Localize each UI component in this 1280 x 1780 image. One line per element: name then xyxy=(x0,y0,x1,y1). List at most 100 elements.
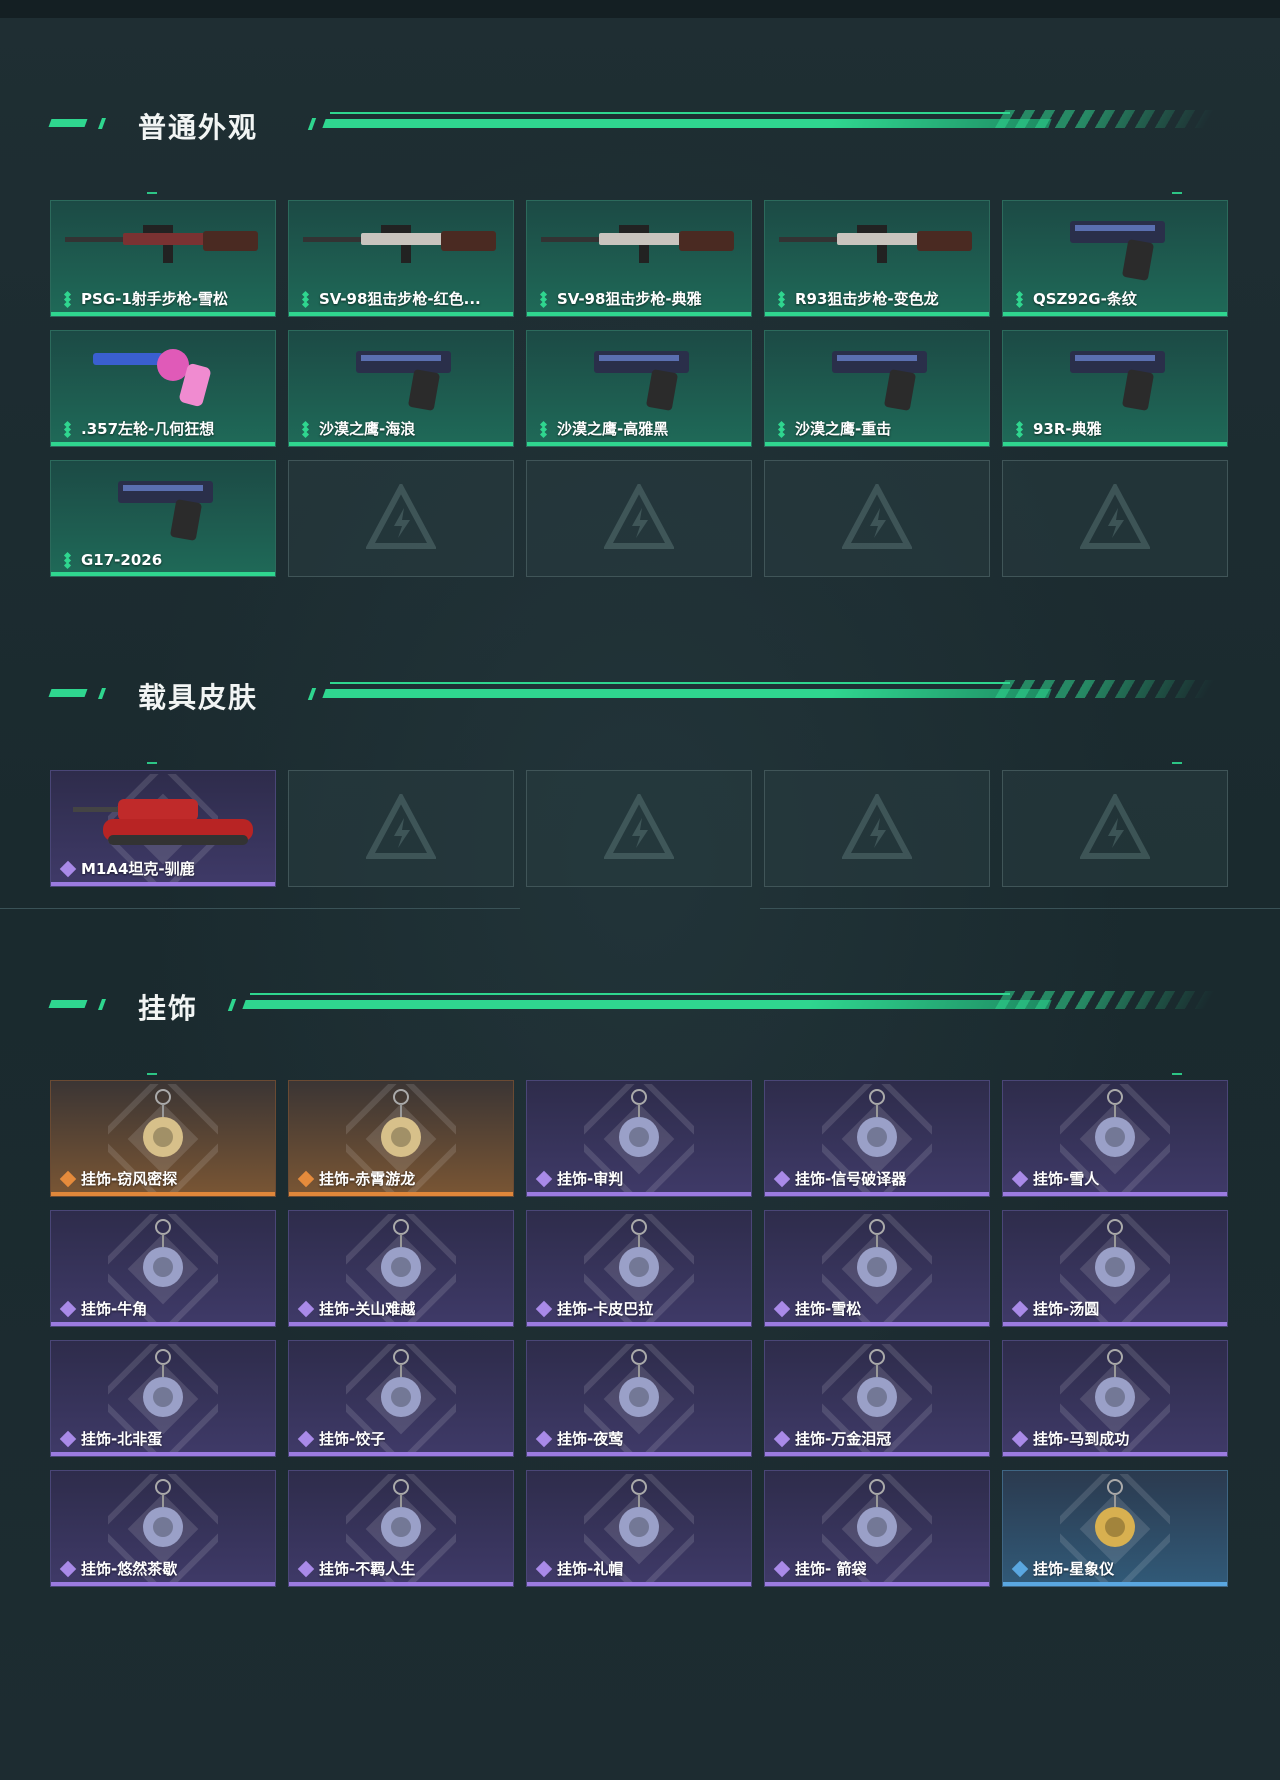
header-dash xyxy=(97,999,107,1010)
rarity-bar xyxy=(51,1582,275,1586)
item-card[interactable]: 挂饰-汤圆 xyxy=(1002,1210,1228,1327)
rarity-bar xyxy=(527,1322,751,1326)
item-card[interactable]: 挂饰-不羁人生 xyxy=(288,1470,514,1587)
rarity-orange-icon xyxy=(59,1170,77,1187)
item-card[interactable]: 挂饰-赤霄游龙 xyxy=(288,1080,514,1197)
rarity-bar xyxy=(765,1582,989,1586)
rarity-bar xyxy=(765,1192,989,1196)
item-label-row: 93R-典雅 xyxy=(1013,418,1102,439)
item-label-row: SV-98狙击步枪-典雅 xyxy=(537,288,702,309)
item-card[interactable]: 挂饰-饺子 xyxy=(288,1340,514,1457)
item-label-row: 沙漠之鹰-重击 xyxy=(775,418,891,439)
rarity-bar xyxy=(289,1322,513,1326)
item-card[interactable]: SV-98狙击步枪-红色... xyxy=(288,200,514,317)
item-name: 93R-典雅 xyxy=(1033,420,1102,438)
item-card[interactable]: 挂饰-悠然茶歇 xyxy=(50,1470,276,1587)
empty-slot xyxy=(1002,460,1228,577)
item-card[interactable]: 沙漠之鹰-海浪 xyxy=(288,330,514,447)
item-card[interactable]: 挂饰-关山难越 xyxy=(288,1210,514,1327)
item-card[interactable]: QSZ92G-条纹 xyxy=(1002,200,1228,317)
empty-slot xyxy=(1002,770,1228,887)
rarity-green-icon xyxy=(537,290,551,308)
capybara-charm-icon xyxy=(619,1219,659,1287)
item-card[interactable]: 挂饰-雪松 xyxy=(764,1210,990,1327)
corner-mark xyxy=(147,1073,157,1075)
item-card[interactable]: 挂饰-牛角 xyxy=(50,1210,276,1327)
tree-charm-icon xyxy=(857,1219,897,1287)
item-card[interactable]: 沙漠之鹰-高雅黑 xyxy=(526,330,752,447)
section-title: 载具皮肤 xyxy=(138,681,259,714)
rarity-purple-icon xyxy=(535,1430,553,1447)
section-header: 普通外观 xyxy=(48,104,1216,144)
item-card[interactable]: 挂饰-北非蛋 xyxy=(50,1340,276,1457)
pistol-icon xyxy=(594,351,689,411)
item-label-row: 沙漠之鹰-海浪 xyxy=(299,418,415,439)
item-label-row: 挂饰-悠然茶歇 xyxy=(59,1558,177,1579)
pistol-icon xyxy=(1070,351,1165,411)
item-label-row: M1A4坦克-驯鹿 xyxy=(59,858,195,879)
rarity-bar xyxy=(527,442,751,446)
sniper-rifle-icon xyxy=(303,225,496,263)
item-name: 挂饰-窃风密探 xyxy=(81,1170,178,1188)
rarity-purple-icon xyxy=(1011,1300,1029,1317)
item-label-row: SV-98狙击步枪-红色... xyxy=(299,288,481,309)
item-card[interactable]: 挂饰-卡皮巴拉 xyxy=(526,1210,752,1327)
item-card[interactable]: 挂饰- 箭袋 xyxy=(764,1470,990,1587)
item-label-row: 挂饰-马到成功 xyxy=(1011,1428,1129,1449)
item-card[interactable]: G17-2026 xyxy=(50,460,276,577)
bird-charm-icon xyxy=(619,1349,659,1417)
crown-charm-icon xyxy=(857,1349,897,1417)
empty-slot xyxy=(288,460,514,577)
item-name: 挂饰-北非蛋 xyxy=(81,1430,163,1448)
item-card[interactable]: PSG-1射手步枪-雪松 xyxy=(50,200,276,317)
item-name: QSZ92G-条纹 xyxy=(1033,290,1137,308)
header-dash xyxy=(48,689,88,697)
item-card[interactable]: 挂饰-礼帽 xyxy=(526,1470,752,1587)
bowl-charm-icon xyxy=(1095,1219,1135,1287)
rarity-green-icon xyxy=(537,420,551,438)
quiver-charm-icon xyxy=(857,1479,897,1547)
item-card[interactable]: 93R-典雅 xyxy=(1002,330,1228,447)
plate-charm-icon xyxy=(381,1349,421,1417)
corner-mark xyxy=(1172,1073,1182,1075)
rarity-bar xyxy=(1003,442,1227,446)
rarity-bar xyxy=(51,882,275,886)
item-label-row: 挂饰-不羁人生 xyxy=(297,1558,415,1579)
item-card[interactable]: 挂饰-信号破译器 xyxy=(764,1080,990,1197)
rarity-bar xyxy=(51,1322,275,1326)
rarity-blue-icon xyxy=(1011,1560,1029,1577)
item-name: 挂饰-关山难越 xyxy=(319,1300,416,1318)
item-card[interactable]: M1A4坦克-驯鹿 xyxy=(50,770,276,887)
item-label-row: 挂饰-卡皮巴拉 xyxy=(535,1298,653,1319)
item-card[interactable]: .357左轮-几何狂想 xyxy=(50,330,276,447)
rarity-purple-icon xyxy=(297,1560,315,1577)
item-card[interactable]: 挂饰-夜莺 xyxy=(526,1340,752,1457)
item-card[interactable]: 沙漠之鹰-重击 xyxy=(764,330,990,447)
item-card[interactable]: 挂饰-雪人 xyxy=(1002,1080,1228,1197)
placeholder-logo-icon xyxy=(842,483,912,549)
item-name: SV-98狙击步枪-红色... xyxy=(319,290,481,308)
item-name: 沙漠之鹰-重击 xyxy=(795,420,892,438)
section-title: 挂饰 xyxy=(138,992,199,1025)
item-card[interactable]: 挂饰-马到成功 xyxy=(1002,1340,1228,1457)
item-card[interactable]: R93狙击步枪-变色龙 xyxy=(764,200,990,317)
rarity-purple-icon xyxy=(773,1560,791,1577)
item-name: 挂饰-牛角 xyxy=(81,1300,148,1318)
item-name: 挂饰-信号破译器 xyxy=(795,1170,907,1188)
item-card[interactable]: 挂饰-窃风密探 xyxy=(50,1080,276,1197)
item-card[interactable]: 挂饰-审判 xyxy=(526,1080,752,1197)
item-label-row: 挂饰-万金泪冠 xyxy=(773,1428,891,1449)
corner-mark xyxy=(147,762,157,764)
item-card[interactable]: 挂饰-星象仪 xyxy=(1002,1470,1228,1587)
hat-charm-icon xyxy=(619,1479,659,1547)
rarity-purple-icon xyxy=(1011,1170,1029,1187)
item-name: 沙漠之鹰-海浪 xyxy=(319,420,416,438)
rarity-green-icon xyxy=(775,420,789,438)
item-card[interactable]: SV-98狙击步枪-典雅 xyxy=(526,200,752,317)
item-card[interactable]: 挂饰-万金泪冠 xyxy=(764,1340,990,1457)
tank-icon xyxy=(73,799,253,845)
rarity-bar xyxy=(1003,312,1227,316)
rarity-green-icon xyxy=(1013,290,1027,308)
rarity-purple-icon xyxy=(59,1430,77,1447)
header-line xyxy=(322,689,1052,698)
